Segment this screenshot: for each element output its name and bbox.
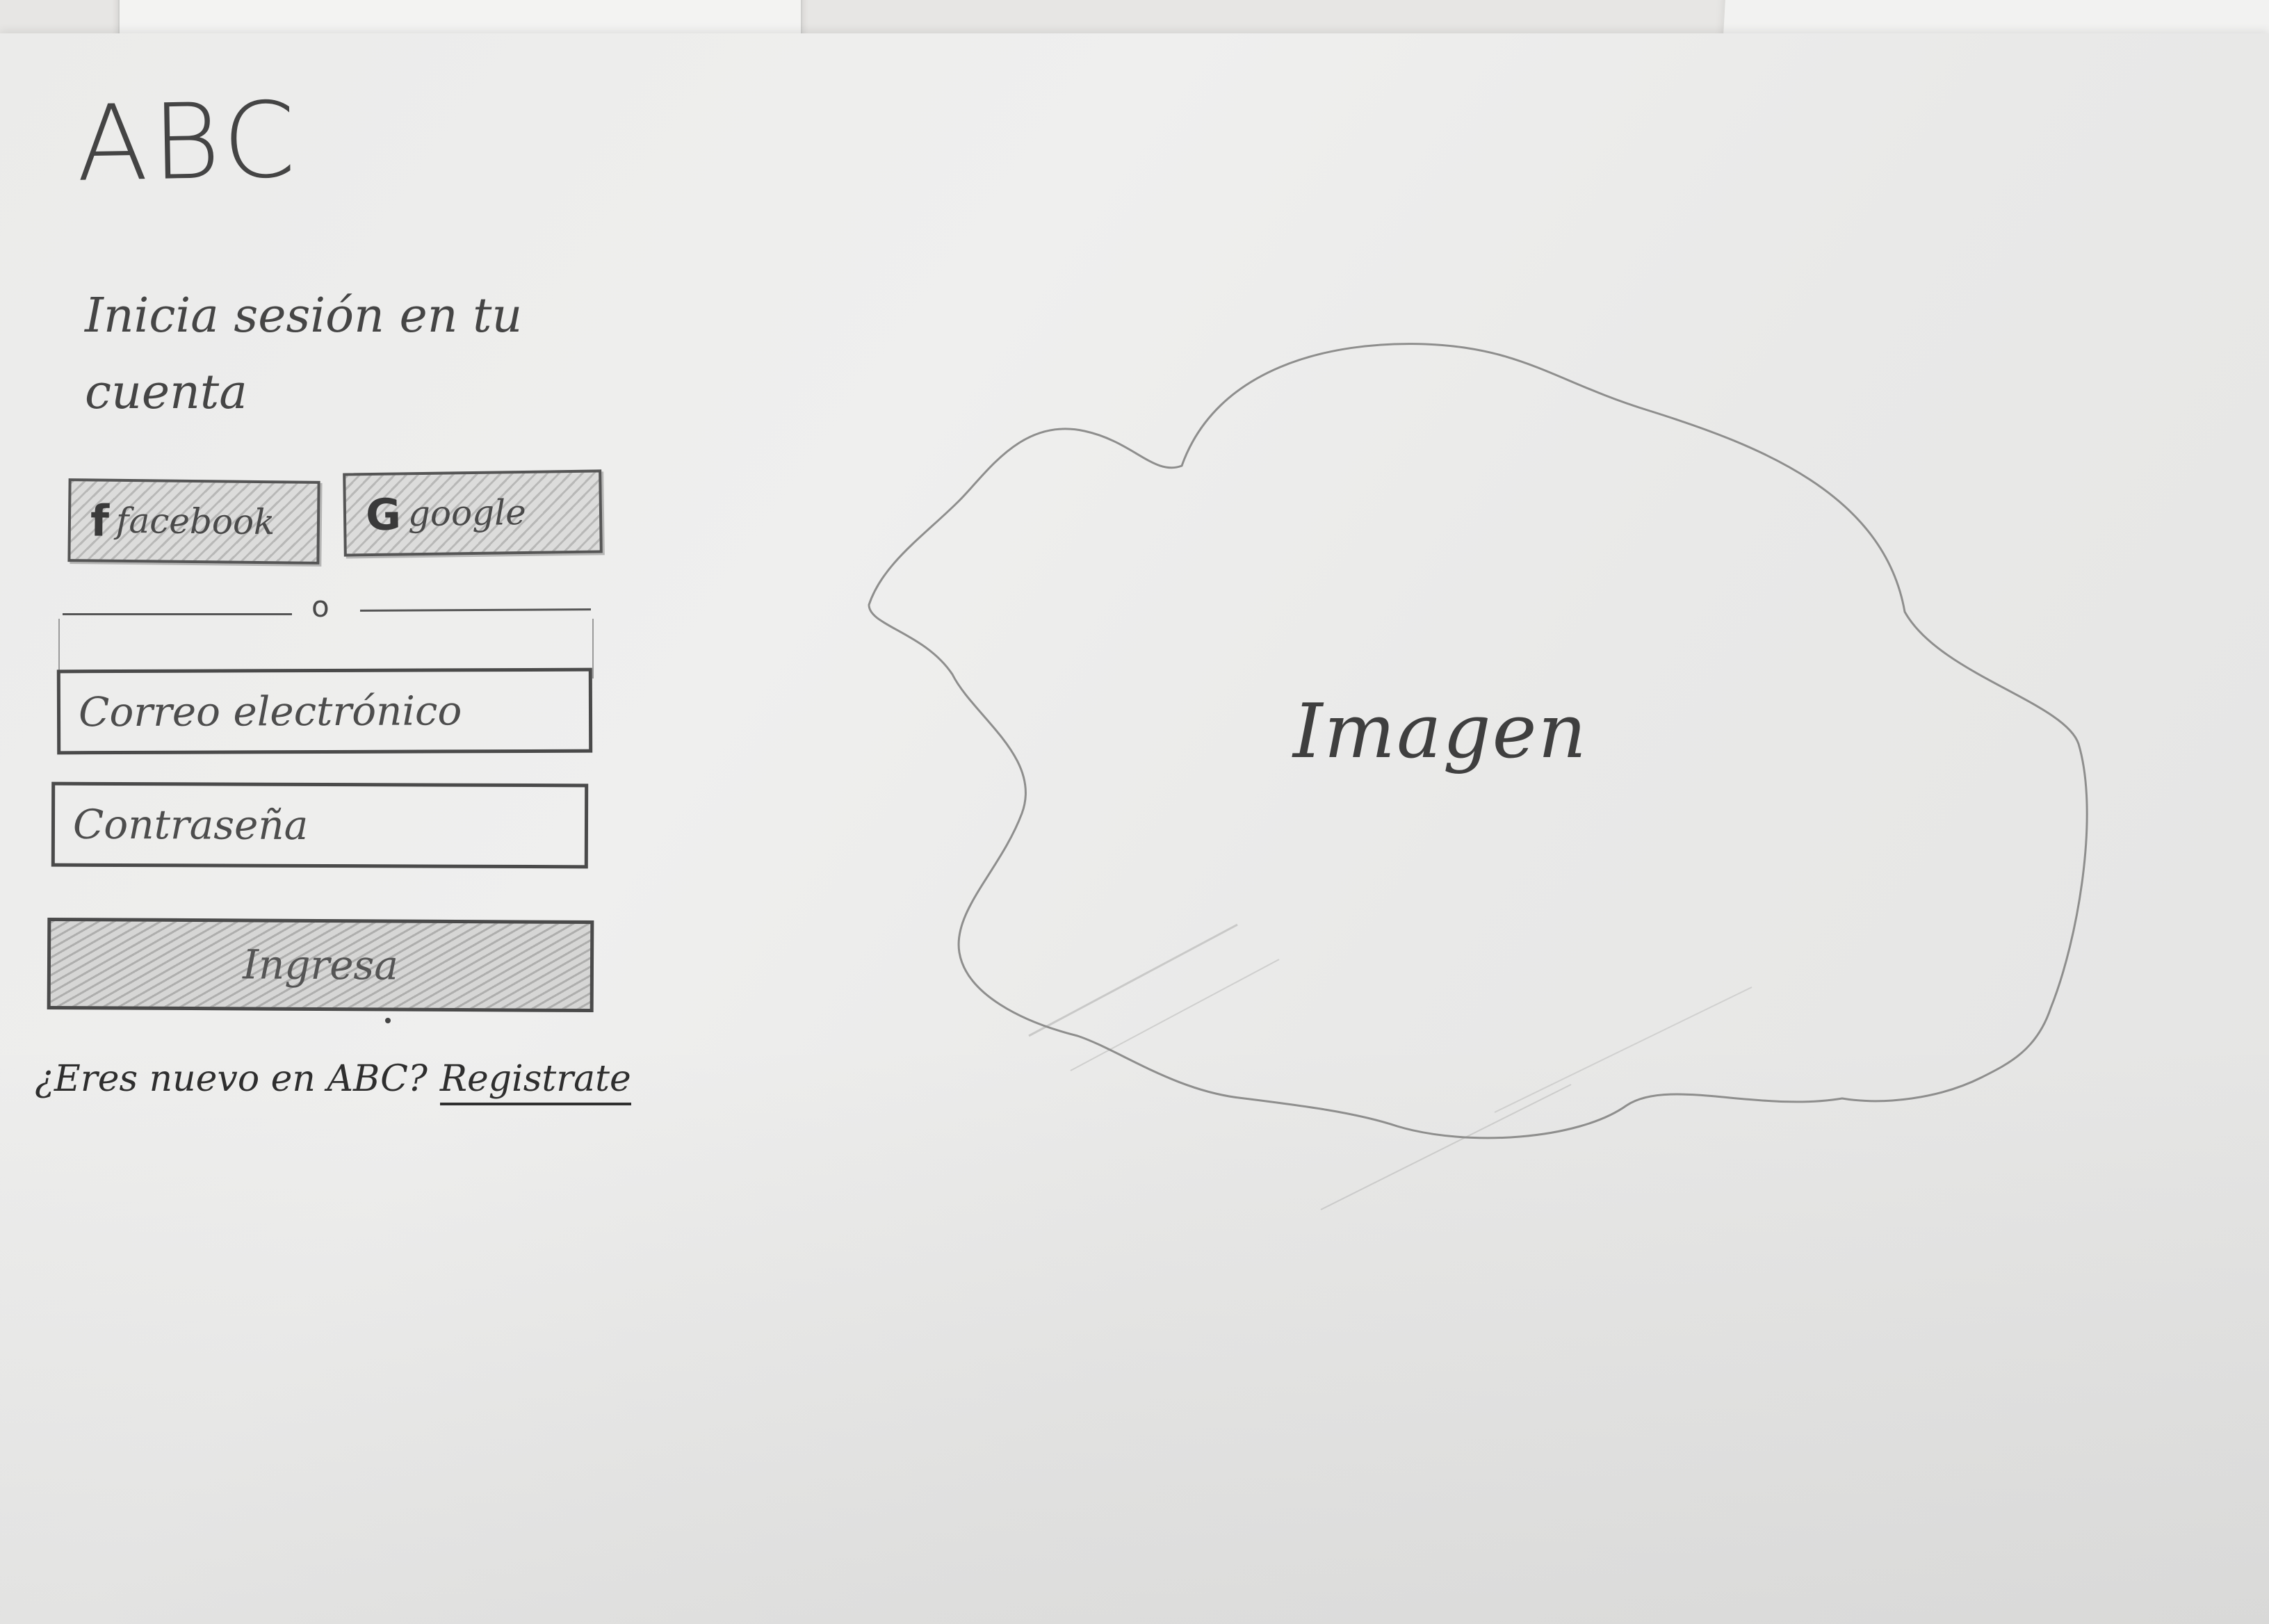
login-heading: Inicia sesión en tu cuenta bbox=[85, 289, 523, 420]
signup-prompt-text: ¿Eres nuevo en ABC? bbox=[35, 1058, 428, 1100]
facebook-icon: f bbox=[90, 494, 110, 546]
facebook-login-button[interactable]: f facebook bbox=[67, 478, 320, 565]
divider-line-left bbox=[63, 613, 292, 615]
login-submit-button[interactable]: Ingresa bbox=[47, 917, 594, 1013]
google-icon: G bbox=[365, 488, 402, 540]
signup-prompt-row: ¿Eres nuevo en ABC? Registrate bbox=[35, 1058, 631, 1105]
facebook-button-label: facebook bbox=[115, 500, 275, 543]
hero-image-label: Imagen bbox=[1293, 688, 1588, 775]
signup-link[interactable]: Registrate bbox=[439, 1058, 631, 1105]
google-button-label: google bbox=[407, 492, 527, 535]
password-field[interactable]: Contraseña bbox=[51, 781, 589, 869]
email-field[interactable]: Correo electrónico bbox=[56, 667, 593, 755]
app-logo[interactable]: ABC bbox=[76, 80, 301, 205]
google-login-button[interactable]: G google bbox=[343, 469, 603, 557]
